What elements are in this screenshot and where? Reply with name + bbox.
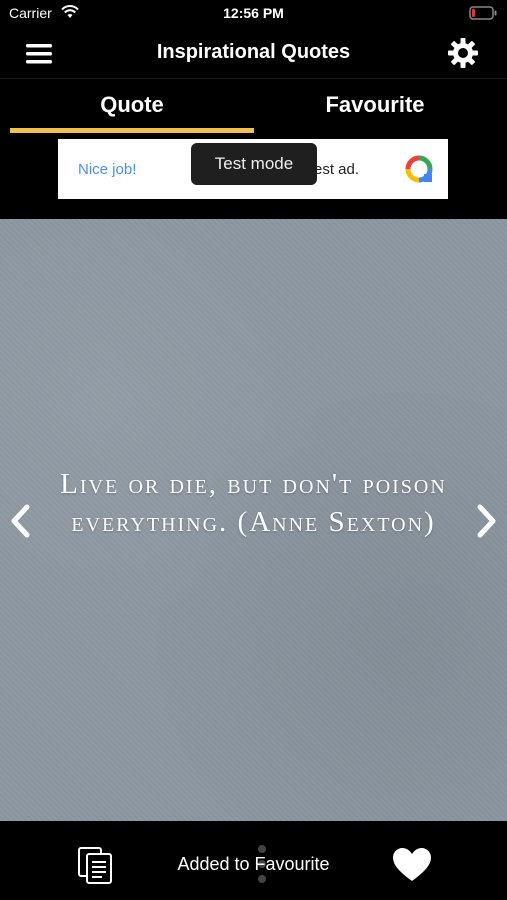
status-bar: Carrier 12:56 PM	[0, 0, 507, 28]
tab-bar: Quote Favourite	[0, 78, 507, 137]
gear-icon[interactable]	[447, 37, 479, 69]
quote-card: Live or die, but don't poison everything…	[0, 219, 507, 821]
test-mode-toast: Test mode	[191, 143, 317, 185]
ad-headline: Nice job!	[78, 161, 137, 178]
heart-icon[interactable]	[392, 847, 432, 883]
ad-body-text: est ad.	[314, 161, 360, 178]
tab-selected-indicator	[10, 128, 254, 133]
status-time: 12:56 PM	[223, 5, 284, 21]
navigation-bar: Inspirational Quotes	[0, 28, 507, 78]
battery-icon	[469, 6, 497, 20]
page-title: Inspirational Quotes	[156, 41, 351, 63]
tab-favourite[interactable]: Favourite	[253, 79, 497, 137]
next-arrow-icon[interactable]	[473, 501, 501, 541]
quote-text: Live or die, but don't poison everything…	[60, 468, 447, 538]
bottom-toolbar: Added to Favourite	[0, 821, 507, 900]
ad-logo-icon	[405, 155, 433, 183]
previous-arrow-icon[interactable]	[6, 501, 34, 541]
